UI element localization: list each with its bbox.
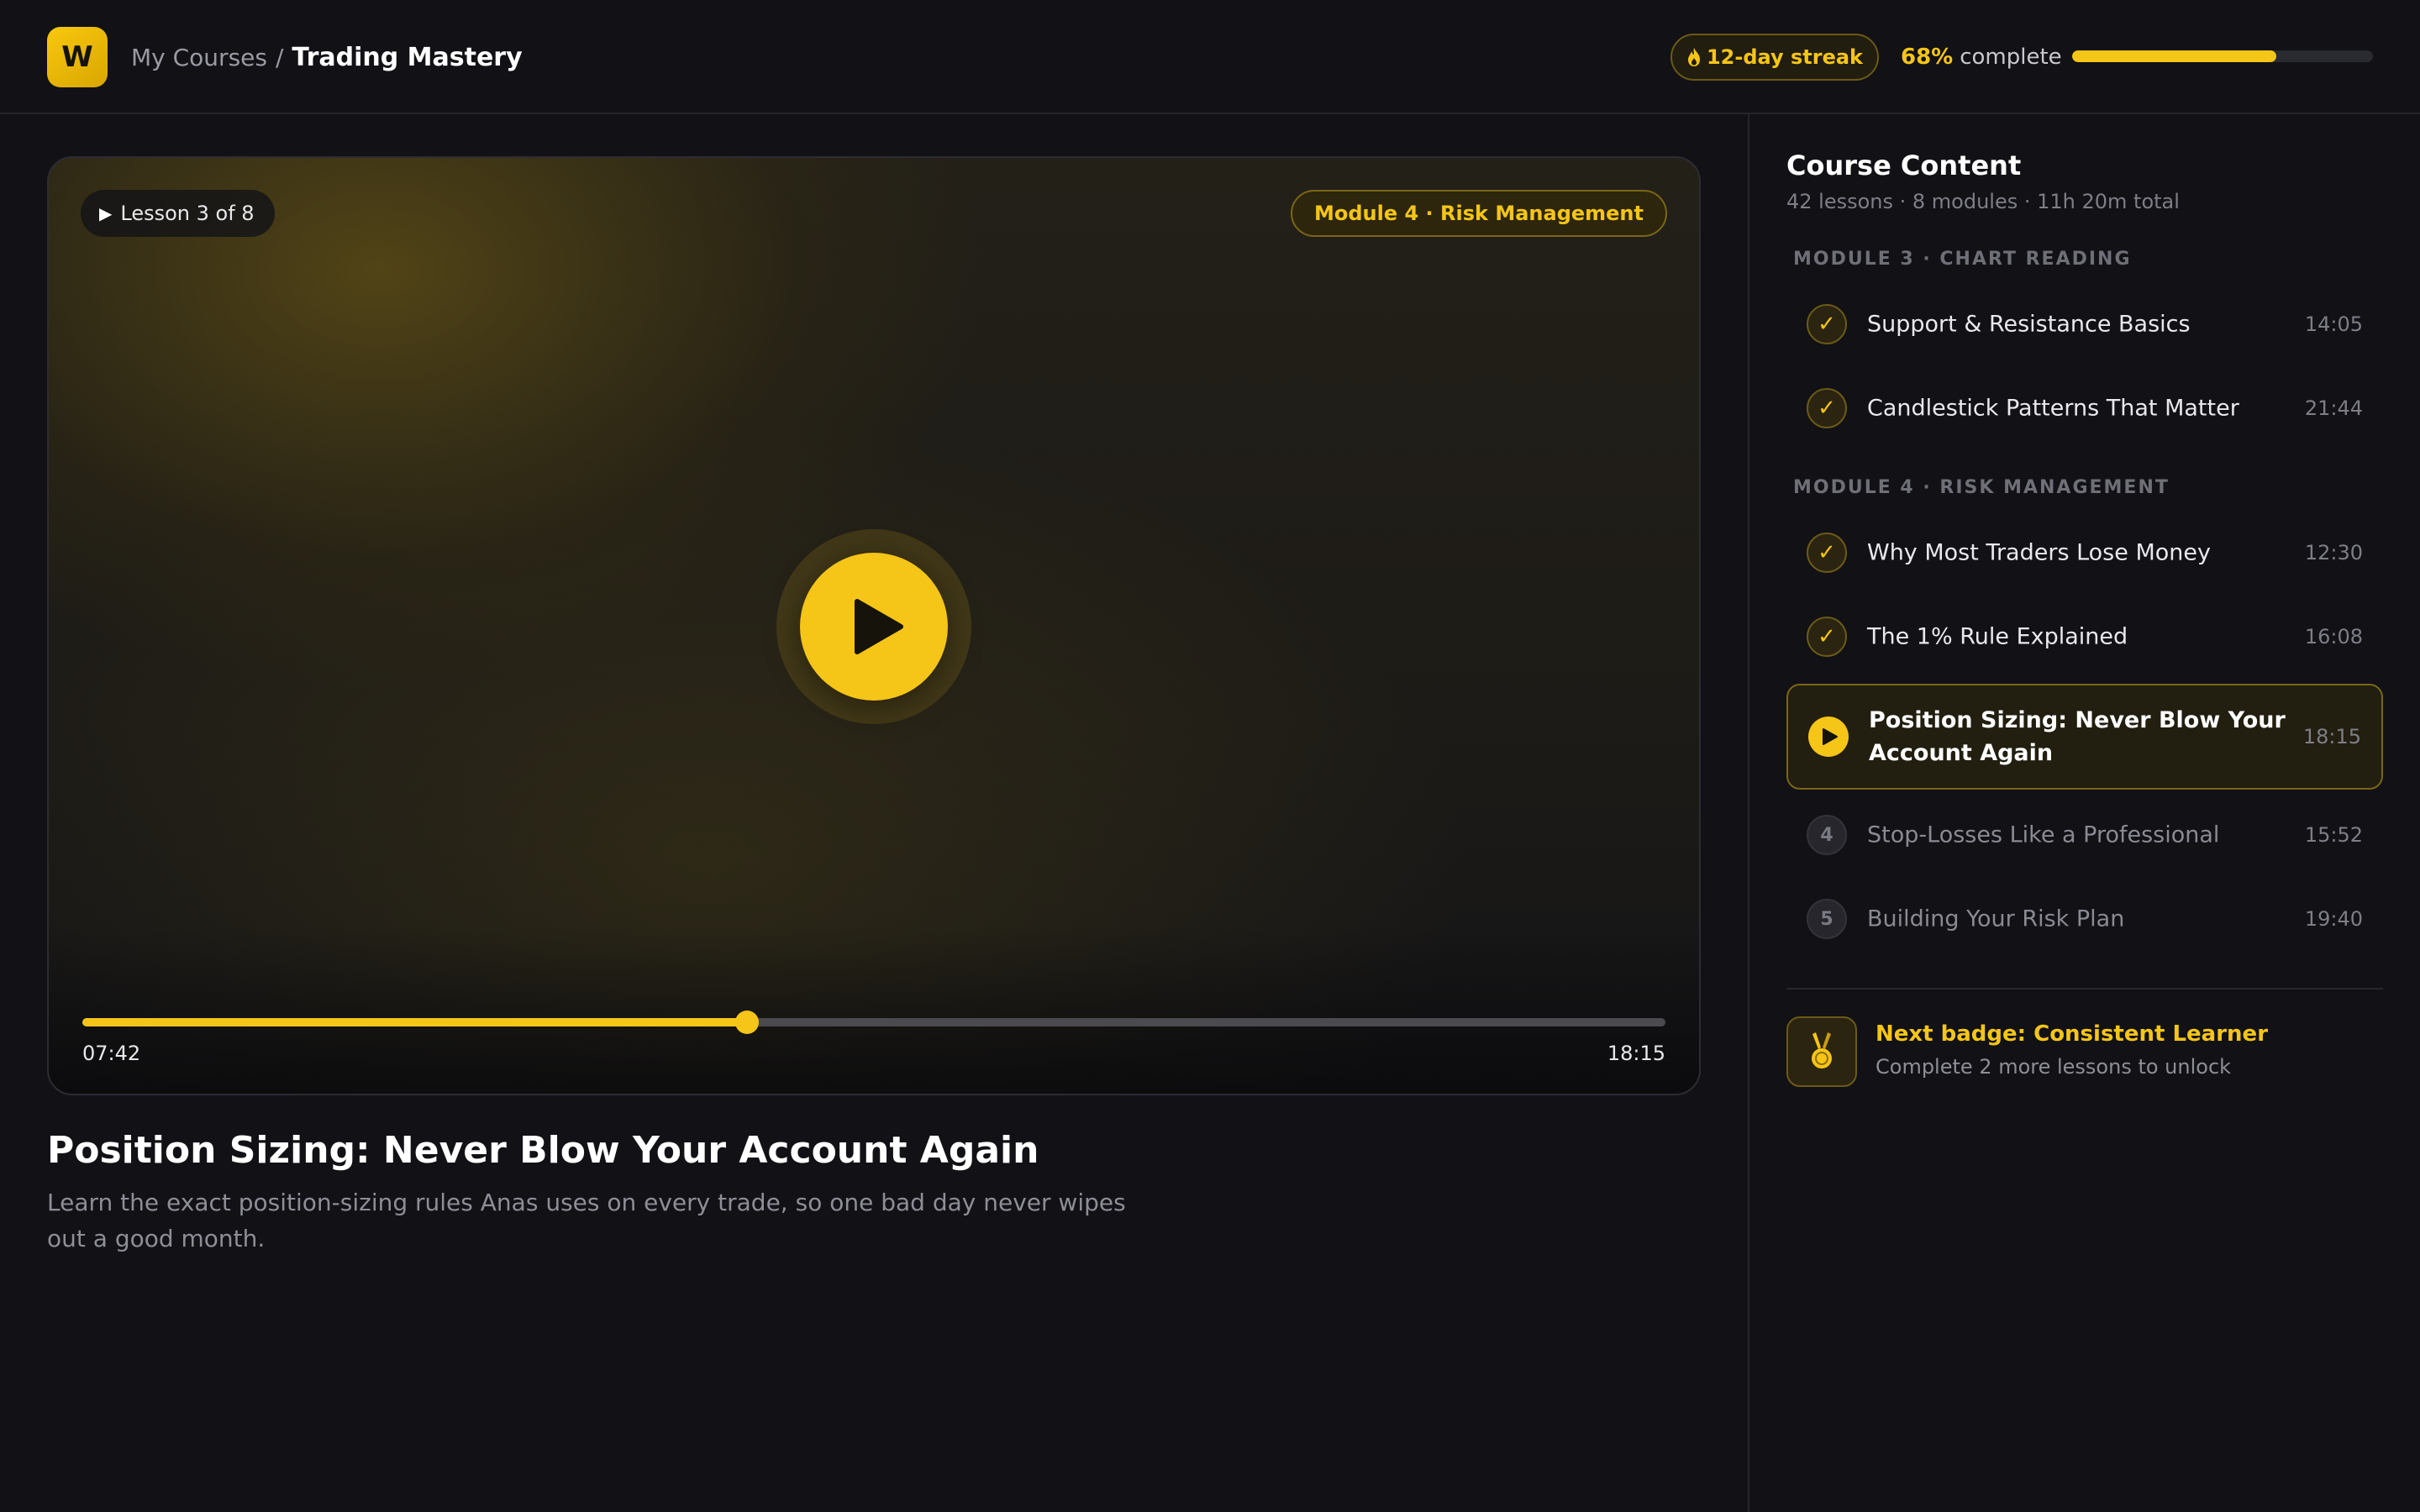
video-player[interactable]: ▶ Lesson 3 of 8 Module 4 · Risk Manageme… <box>47 156 1701 1095</box>
course-progress-bar <box>2072 50 2373 62</box>
lesson-item-title: Candlestick Patterns That Matter <box>1867 395 2239 422</box>
play-button[interactable] <box>800 553 948 701</box>
play-icon <box>855 599 903 654</box>
lesson-item-support-resistance[interactable]: ✓ Support & Resistance Basics 14:05 <box>1786 282 2383 366</box>
lesson-item-duration: 19:40 <box>2304 907 2363 931</box>
breadcrumb: My Courses / Trading Mastery <box>131 39 523 76</box>
lesson-item-risk-plan[interactable]: 5 Building Your Risk Plan 19:40 <box>1786 877 2383 961</box>
video-duration: 18:15 <box>1607 1042 1665 1065</box>
lesson-item-title: Position Sizing: Never Blow Your Account… <box>1869 707 2286 766</box>
next-badge-title: Next badge: Consistent Learner <box>1876 1021 2269 1047</box>
sidebar-divider <box>1786 988 2383 990</box>
next-badge-requirement: Complete 2 more lessons to unlock <box>1876 1055 2232 1079</box>
lesson-position-label: Lesson 3 of 8 <box>120 202 255 225</box>
progress-percent: 68% <box>1901 45 1954 70</box>
lesson-position-chip: ▶ Lesson 3 of 8 <box>81 190 275 237</box>
check-icon: ✓ <box>1807 533 1847 573</box>
streak-label: 12-day streak <box>1706 45 1864 69</box>
lesson-item-duration: 21:44 <box>2304 396 2363 420</box>
lesson-number-badge: 4 <box>1807 815 1847 855</box>
lesson-item-duration: 18:15 <box>2302 725 2361 748</box>
course-progress-fill <box>2072 50 2277 62</box>
lesson-item-title: Stop-Losses Like a Professional <box>1867 822 2220 848</box>
breadcrumb-my-courses-link[interactable]: My Courses <box>131 44 267 71</box>
play-button-ring <box>776 529 971 724</box>
sidebar-title: Course Content <box>1786 150 2022 181</box>
streak-badge: 12-day streak <box>1670 34 1879 81</box>
top-header: W My Courses / Trading Mastery 12-day st… <box>0 0 2420 114</box>
play-icon <box>1808 717 1849 757</box>
lesson-item-position-sizing-current[interactable]: Position Sizing: Never Blow Your Account… <box>1786 684 2383 790</box>
brand-logo[interactable]: W <box>47 27 108 87</box>
course-content-sidebar: Course Content 42 lessons · 8 modules · … <box>1748 114 2420 1512</box>
lesson-item-title: Building Your Risk Plan <box>1867 906 2125 932</box>
course-progress-text: 68% complete <box>1901 39 2062 76</box>
lesson-title: Position Sizing: Never Blow Your Account… <box>47 1129 1039 1172</box>
breadcrumb-current-course: Trading Mastery <box>292 42 523 72</box>
lesson-item-one-percent-rule[interactable]: ✓ The 1% Rule Explained 16:08 <box>1786 595 2383 679</box>
breadcrumb-separator: / <box>275 43 284 71</box>
video-controls-gradient <box>49 926 1699 1094</box>
lesson-item-why-traders-lose[interactable]: ✓ Why Most Traders Lose Money 12:30 <box>1786 511 2383 595</box>
module-label: MODULE 3 · CHART READING <box>1793 249 2132 270</box>
check-icon: ✓ <box>1807 388 1847 428</box>
check-icon: ✓ <box>1807 617 1847 657</box>
lesson-item-title: Why Most Traders Lose Money <box>1867 539 2211 566</box>
lesson-item-duration: 15:52 <box>2304 823 2363 847</box>
lesson-item-duration: 14:05 <box>2304 312 2363 336</box>
lesson-item-duration: 12:30 <box>2304 541 2363 564</box>
video-scrubber[interactable] <box>82 1011 1665 1034</box>
lesson-item-duration: 16:08 <box>2304 625 2363 648</box>
lesson-item-stop-losses[interactable]: 4 Stop-Losses Like a Professional 15:52 <box>1786 793 2383 877</box>
sidebar-summary: 42 lessons · 8 modules · 11h 20m total <box>1786 190 2180 213</box>
check-icon: ✓ <box>1807 304 1847 344</box>
progress-label: complete <box>1960 45 2062 70</box>
lesson-item-candlestick-patterns[interactable]: ✓ Candlestick Patterns That Matter 21:44 <box>1786 366 2383 450</box>
flame-icon <box>1687 48 1700 66</box>
module-label: MODULE 4 · RISK MANAGEMENT <box>1793 477 2170 498</box>
current-time: 07:42 <box>82 1042 141 1065</box>
video-scrubber-played <box>82 1018 748 1026</box>
lesson-number-badge: 5 <box>1807 899 1847 939</box>
module-chip: Module 4 · Risk Management <box>1291 190 1667 237</box>
medal-icon <box>1786 1016 1857 1087</box>
lesson-description: Learn the exact position-sizing rules An… <box>47 1189 1126 1252</box>
lesson-item-title: Support & Resistance Basics <box>1867 311 2191 338</box>
lesson-item-title: The 1% Rule Explained <box>1867 623 2128 650</box>
play-small-icon: ▶ <box>99 203 113 223</box>
